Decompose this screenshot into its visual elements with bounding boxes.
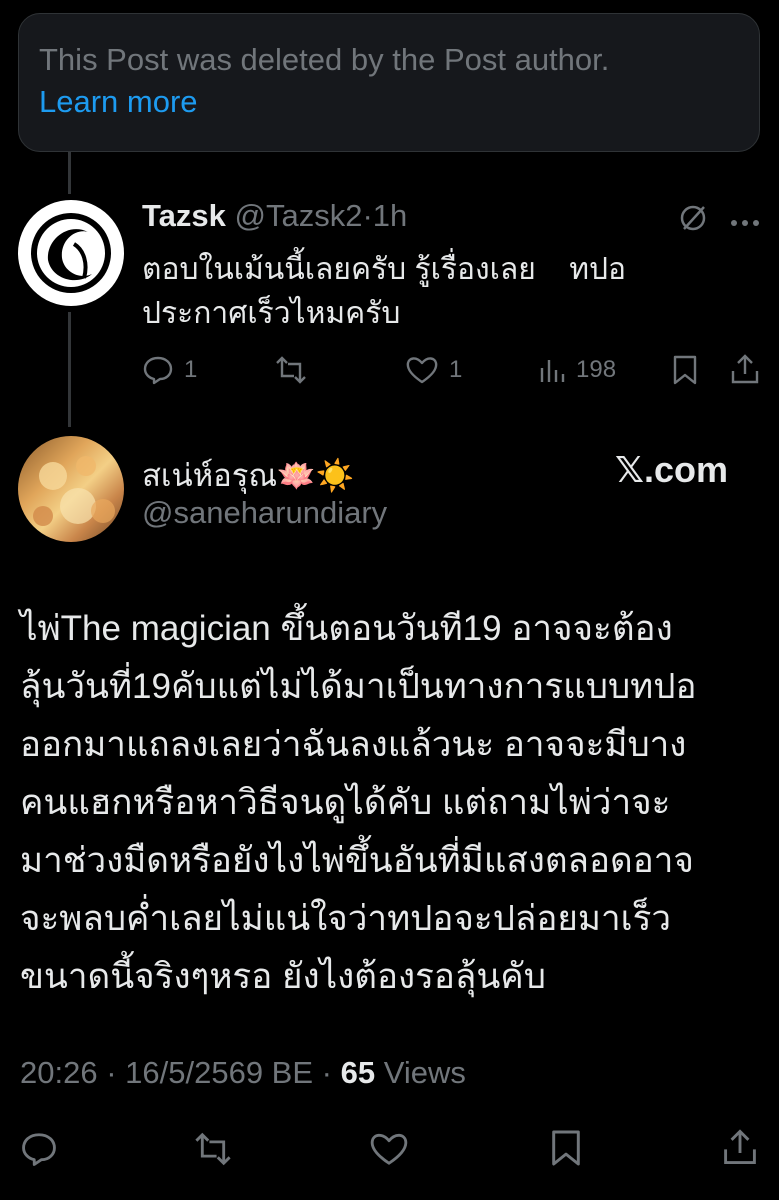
- like-icon: [370, 1133, 408, 1165]
- reply-button[interactable]: 1: [142, 354, 197, 386]
- post-line-4: คนแฮกหรือหาวิธีจนดูได้คับ แต่ถามไพ่ว่าจะ: [20, 783, 671, 822]
- post-line-2: ลุ้นวันที่19คับแต่ไม่ได้มาเป็นทางการแบบท…: [20, 667, 697, 706]
- reply-text-line-1: ตอบในเม้นนี้เลยครับ รู้เรื่องเลย ทปอ: [142, 253, 627, 286]
- post-line-6: จะพลบค่ำเลยไม่แน่ใจว่าทปอจะปล่อยมาเร็ว: [20, 899, 672, 938]
- repost-icon: [195, 1132, 231, 1166]
- repost-icon: [276, 356, 306, 384]
- main-reply-button[interactable]: [20, 1130, 58, 1173]
- x-com-label: 𝕏.com: [615, 449, 729, 490]
- post-date: 16/5/2569 BE: [125, 1055, 314, 1090]
- meta-separator-2: ·: [321, 1055, 332, 1090]
- bookmark-icon: [552, 1130, 580, 1166]
- views-icon: [540, 360, 565, 382]
- meta-separator-1: ·: [106, 1055, 117, 1090]
- deleted-notice-text: This Post was deleted by the Post author…: [39, 42, 610, 77]
- reply-icon: [22, 1133, 56, 1166]
- post-line-5: มาช่วงมืดหรือยังไงไพ่ขึ้นอันที่มีแสงตลอด…: [20, 841, 694, 880]
- post-line-7: ขนาดนี้จริงๆหรอ ยังไงต้องรอลุ้นคับ: [20, 957, 546, 996]
- bookmark-icon: [673, 355, 697, 385]
- main-share-button[interactable]: [722, 1127, 758, 1172]
- repost-button[interactable]: [274, 354, 308, 386]
- thread-line-bottom: [68, 312, 71, 427]
- post-body: ไพ่The magician ขึ้นตอนวันที19 อาจจะต้อง…: [20, 600, 765, 1006]
- share-icon: [724, 1129, 756, 1165]
- learn-more-link[interactable]: Learn more: [39, 84, 198, 120]
- post-views-label[interactable]: Views: [384, 1055, 466, 1090]
- like-icon: [406, 357, 438, 384]
- reply-header: Tazsk @Tazsk2·1h: [142, 198, 407, 234]
- views-button[interactable]: 198: [538, 354, 616, 386]
- post-views-count: 65: [340, 1055, 376, 1090]
- post-time: 20:26: [20, 1055, 98, 1090]
- reply-count: 1: [184, 356, 198, 383]
- deleted-post-notice: This Post was deleted by the Post author…: [18, 13, 760, 152]
- post-line-1: ไพ่The magician ขึ้นตอนวันที19 อาจจะต้อง: [20, 609, 673, 648]
- post-line-3: ออกมาแถลงเลยว่าฉันลงแล้วนะ อาจจะมีบาง: [20, 725, 687, 764]
- main-author-avatar[interactable]: [18, 436, 124, 542]
- reply-text: ตอบในเม้นนี้เลยครับ รู้เรื่องเลย ทปอ ประ…: [142, 248, 626, 336]
- reply-time[interactable]: 1h: [373, 198, 407, 233]
- post-meta: 20:26 · 16/5/2569 BE · 65 Views: [20, 1055, 466, 1091]
- mute-icon[interactable]: [678, 203, 708, 238]
- bookmark-button[interactable]: [672, 354, 698, 391]
- like-button[interactable]: 1: [405, 354, 462, 386]
- share-icon: [731, 354, 759, 384]
- share-button[interactable]: [730, 353, 760, 390]
- views-count: 198: [576, 356, 617, 383]
- reply-author-name[interactable]: Tazsk: [142, 198, 226, 233]
- reply-avatar[interactable]: [18, 200, 124, 306]
- reply-author-handle[interactable]: @Tazsk2: [234, 198, 362, 233]
- more-icon[interactable]: [730, 214, 760, 232]
- like-count: 1: [449, 356, 463, 383]
- reply-icon: [143, 356, 173, 385]
- reply-text-line-2: ประกาศเร็วไหมครับ: [142, 297, 401, 330]
- main-author-handle[interactable]: @saneharundiary: [142, 495, 387, 531]
- reply-separator: ·: [362, 198, 373, 233]
- thread-line-top: [68, 152, 71, 194]
- main-repost-button[interactable]: [192, 1130, 234, 1173]
- main-author-name[interactable]: สเน่ห์อรุณ🪷☀️: [142, 450, 354, 500]
- main-like-button[interactable]: [368, 1130, 410, 1173]
- main-bookmark-button[interactable]: [550, 1128, 582, 1173]
